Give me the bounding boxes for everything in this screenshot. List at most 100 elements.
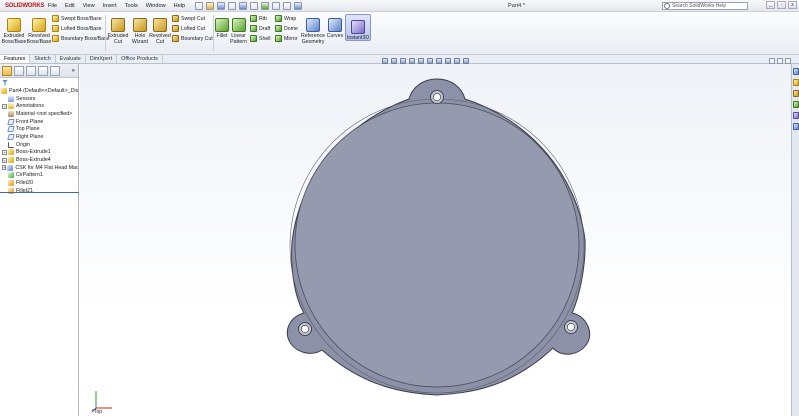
swept-cut-button[interactable]: Swept Cut (172, 14, 205, 23)
tree-item-label: Top Plane (16, 126, 40, 133)
tab-sketch[interactable]: Sketch (30, 55, 56, 63)
plane-icon (7, 133, 15, 140)
document-title: Part4 * (508, 3, 526, 9)
open-folder-icon[interactable] (206, 1, 215, 10)
curves-button[interactable]: Curves (326, 18, 344, 39)
lofted-boss-button[interactable]: Lofted Boss/Base (52, 24, 102, 33)
feature-manager-tab-icon[interactable] (2, 65, 12, 76)
boundary-cut-button[interactable]: Boundary Cut (172, 34, 213, 43)
mirror-button[interactable]: Mirror (275, 34, 298, 43)
swept-boss-icon (52, 15, 59, 22)
rib-button[interactable]: Rib (250, 14, 267, 23)
rollback-bar[interactable] (0, 192, 79, 193)
save-icon[interactable] (217, 1, 226, 10)
tree-item[interactable]: Front Plane (0, 118, 78, 126)
tab-dimxpert[interactable]: DimXpert (86, 55, 118, 63)
sketch-pencil-icon[interactable] (294, 1, 303, 10)
reference-geometry-button[interactable]: Reference Geometry (300, 18, 326, 45)
menu-view[interactable]: View (79, 0, 99, 12)
help-search-input[interactable]: Search SolidWorks Help (662, 2, 748, 10)
rebuild-icon[interactable] (261, 1, 270, 10)
part-model[interactable] (80, 64, 791, 416)
linear-pattern-button[interactable]: Linear Pattern (229, 18, 248, 45)
wrap-button[interactable]: Wrap (275, 14, 296, 23)
tree-item[interactable]: Top Plane (0, 125, 78, 133)
tree-item-label: Annotations (16, 103, 44, 110)
solidworks-resources-icon[interactable] (793, 68, 799, 75)
draft-button[interactable]: Draft (250, 24, 270, 33)
extrude-icon (8, 149, 14, 156)
file-explorer-icon[interactable] (793, 90, 799, 97)
tree-item[interactable]: Material <not specified> (0, 110, 78, 118)
view-palette-icon[interactable] (793, 101, 799, 108)
restore-button[interactable]: ▫ (777, 1, 786, 9)
sensors-icon (8, 95, 14, 102)
minimize-button[interactable]: _ (766, 1, 775, 9)
tree-item[interactable]: Fillet20 (0, 179, 78, 187)
property-manager-tab-icon[interactable] (14, 65, 24, 76)
menu-tools[interactable]: Tools (121, 0, 142, 12)
tree-item[interactable]: Sensors (0, 95, 78, 103)
separator (105, 15, 106, 51)
file-properties-icon[interactable] (272, 1, 281, 10)
tree-item[interactable]: + Boss-Extrude4 (0, 156, 78, 164)
lofted-cut-button[interactable]: Lofted Cut (172, 24, 205, 33)
menu-insert[interactable]: Insert (99, 0, 121, 12)
plane-icon (7, 126, 15, 133)
hole-wizard-button[interactable]: Hole Wizard (130, 18, 150, 45)
tab-features[interactable]: Features (0, 55, 31, 63)
linear-pattern-icon (231, 18, 246, 32)
expand-toggle-icon[interactable]: + (2, 103, 7, 109)
dimxpert-manager-tab-icon[interactable] (38, 65, 48, 76)
menu-file[interactable]: File (44, 0, 61, 12)
extruded-cut-button[interactable]: Extruded Cut (107, 18, 129, 45)
boundary-boss-button[interactable]: Boundary Boss/Base (52, 34, 109, 43)
revolved-boss-button[interactable]: Revolved Boss/Base (27, 18, 51, 45)
fillet-button[interactable]: Fillet (215, 18, 229, 39)
expand-toggle-icon[interactable]: + (2, 157, 7, 163)
menu-help[interactable]: Help (170, 0, 190, 12)
tree-item[interactable]: + CSK for M4 Flat Head Machine (0, 164, 78, 172)
shell-icon (250, 35, 257, 42)
custom-properties-icon[interactable] (793, 123, 799, 130)
appearances-icon[interactable] (793, 112, 799, 119)
hole-icon (7, 164, 14, 171)
tree-item[interactable]: + Boss-Extrude1 (0, 149, 78, 157)
command-manager: Extruded Boss/Base Revolved Boss/Base Sw… (0, 12, 799, 55)
menu-window[interactable]: Window (142, 0, 170, 12)
configuration-manager-tab-icon[interactable] (26, 65, 36, 76)
select-arrow-icon[interactable] (250, 1, 259, 10)
tab-office-products[interactable]: Office Products (117, 55, 163, 63)
tree-item[interactable]: Right Plane (0, 133, 78, 141)
reference-geometry-icon (306, 18, 320, 32)
design-library-icon[interactable] (793, 79, 799, 86)
menu-edit[interactable]: Edit (61, 0, 79, 12)
extruded-boss-button[interactable]: Extruded Boss/Base (2, 18, 26, 45)
solidworks-logo[interactable]: SOLIDWORKS (0, 0, 45, 12)
swept-boss-button[interactable]: Swept Boss/Base (52, 14, 102, 23)
expand-toggle-icon[interactable]: + (2, 165, 7, 171)
tree-filter[interactable] (0, 78, 78, 87)
tree-item[interactable]: Origin (0, 141, 78, 149)
lofted-boss-icon (52, 25, 59, 32)
close-button[interactable]: x (788, 1, 797, 9)
tab-evaluate[interactable]: Evaluate (56, 55, 86, 63)
undo-icon[interactable] (239, 1, 248, 10)
tree-item[interactable]: CirPattern1 (0, 172, 78, 180)
tree-item[interactable]: + Annotations (0, 102, 78, 110)
tree-item[interactable]: Fillet21 (0, 187, 78, 195)
more-tabs-button[interactable]: » (72, 68, 75, 74)
graphics-area[interactable] (80, 64, 791, 416)
options-gear-icon[interactable] (283, 1, 292, 10)
fillet-icon (8, 180, 14, 187)
new-document-icon[interactable] (195, 1, 204, 10)
filter-icon (2, 79, 8, 86)
tree-item[interactable]: Part4 (Default<<Default>_Displa (0, 87, 78, 95)
expand-toggle-icon[interactable]: + (2, 149, 7, 155)
print-icon[interactable] (228, 1, 237, 10)
dome-button[interactable]: Dome (275, 24, 298, 33)
pattern-icon (8, 172, 14, 179)
display-manager-tab-icon[interactable] (50, 65, 60, 76)
shell-button[interactable]: Shell (250, 34, 271, 43)
revolved-cut-button[interactable]: Revolved Cut (149, 18, 171, 45)
